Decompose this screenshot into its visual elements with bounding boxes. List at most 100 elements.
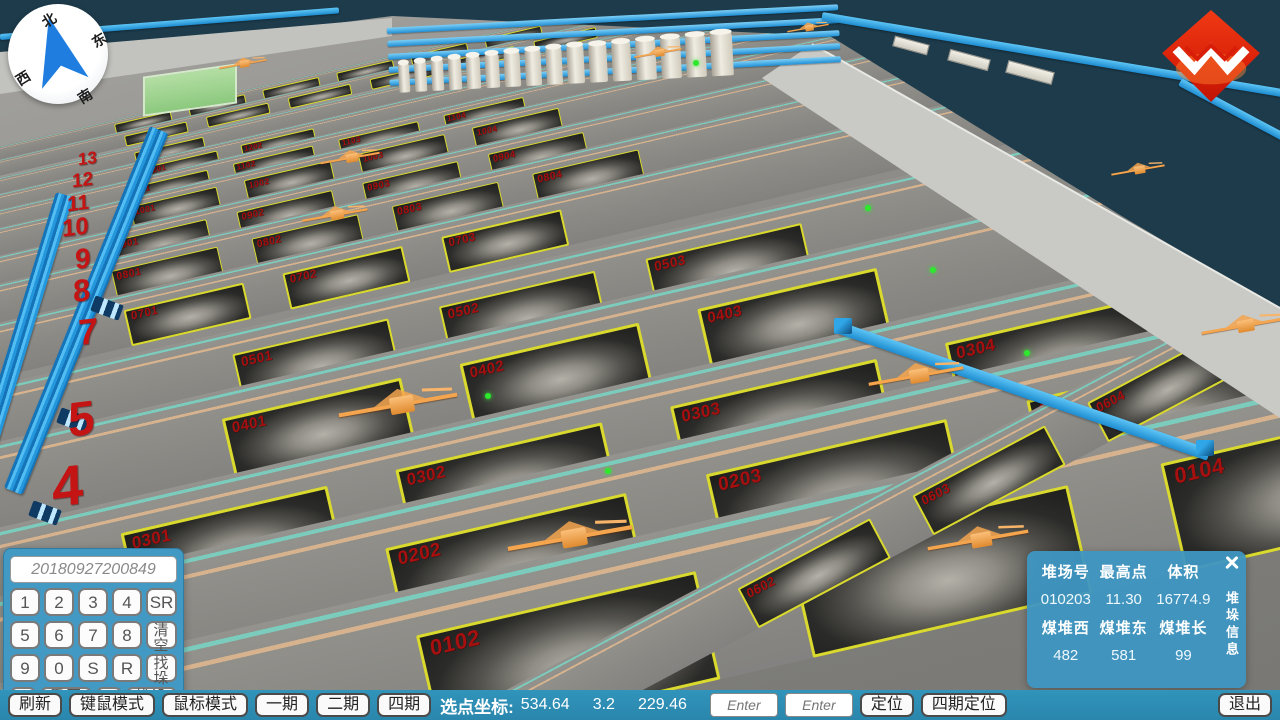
stacker-reclaimer-machine[interactable] (786, 18, 829, 37)
stacker-reclaimer-machine[interactable] (301, 200, 369, 230)
toolbar-button-一期[interactable]: 一期 (255, 693, 309, 717)
machine-body (909, 367, 930, 384)
stacker-reclaimer-machine[interactable] (505, 509, 635, 566)
machine-arm (1260, 314, 1280, 317)
toolbar-button-四期定位[interactable]: 四期定位 (921, 693, 1007, 717)
status-dot (865, 205, 871, 211)
keypad-key-6[interactable]: 6 (44, 621, 74, 649)
yard-id-header: 堆场号 (1035, 561, 1097, 582)
toolbar-button-鼠标模式[interactable]: 鼠标模式 (162, 693, 248, 717)
machine-body (1134, 165, 1146, 174)
status-dot (605, 468, 611, 474)
toolbar-button-刷新[interactable]: 刷新 (8, 693, 62, 717)
toolbar-button-二期[interactable]: 二期 (316, 693, 370, 717)
coord-value-z: 229.46 (638, 696, 687, 714)
machine-arm (362, 149, 377, 151)
keypad-key-2[interactable]: 2 (44, 588, 74, 616)
keypad-key-7[interactable]: 7 (78, 621, 108, 649)
yard-id-value: 010203 (1035, 591, 1097, 608)
machine-arm (668, 46, 680, 48)
status-dot (693, 60, 699, 66)
machine-body (805, 24, 814, 31)
stacker-reclaimer-machine[interactable] (1200, 307, 1280, 345)
status-dot (485, 393, 491, 399)
stacker-reclaimer-machine[interactable] (336, 378, 460, 432)
keypad-key-4[interactable]: 4 (112, 588, 142, 616)
row-number-9: 9 (75, 244, 91, 274)
machine-arm (816, 22, 827, 23)
status-dot (1024, 350, 1030, 356)
row-number-13: 13 (78, 149, 97, 168)
row-number-8: 8 (73, 274, 91, 307)
machine-arm (348, 205, 365, 207)
stacker-reclaimer-machine[interactable] (925, 517, 1030, 563)
bottom-toolbar: 刷新键鼠模式鼠标模式一期二期四期选点坐标: 534.64 3.2 229.46 定位四期… (0, 690, 1280, 720)
keypad-key-1[interactable]: 1 (10, 588, 40, 616)
pile-west-value: 482 (1035, 647, 1097, 664)
keypad-row: 90SR找垛 (10, 654, 177, 682)
machine-body (1237, 319, 1256, 334)
keypad-key-8[interactable]: 8 (112, 621, 142, 649)
machine-arm (1149, 162, 1163, 164)
keypad-key-清空[interactable]: 清空 (146, 621, 177, 649)
coal-yard-3d-viewer: 1301120112021101110211031104100110021003… (0, 0, 1280, 720)
stacker-reclaimer-machine[interactable] (319, 144, 381, 171)
keypad-key-0[interactable]: 0 (44, 654, 74, 682)
stacker-reclaimer-machine[interactable] (218, 53, 268, 75)
volume-header: 体积 (1151, 561, 1216, 582)
peak-header: 最高点 (1097, 561, 1151, 582)
row-number-4: 4 (52, 456, 84, 516)
pile-info-grid: 堆场号 最高点 体积 010203 11.30 16774.9 煤堆西 煤堆东 … (1035, 561, 1216, 664)
coord-value-x: 534.64 (521, 696, 570, 714)
machine-arm (998, 525, 1024, 528)
machine-body (345, 153, 358, 163)
status-dot (930, 267, 936, 273)
pile-east-value: 581 (1097, 647, 1151, 664)
machine-arm (253, 57, 265, 59)
timestamp-input[interactable] (10, 556, 177, 583)
machine-arm (422, 387, 452, 391)
machine-body (560, 527, 588, 549)
pile-length-value: 99 (1151, 647, 1216, 664)
toolbar-button-键鼠模式[interactable]: 键鼠模式 (69, 693, 155, 717)
close-icon[interactable] (1223, 554, 1241, 572)
keypad-key-9[interactable]: 9 (10, 654, 40, 682)
row-number-7: 7 (78, 313, 99, 352)
machine-body (330, 209, 345, 221)
coord-enter-input-1[interactable] (710, 693, 778, 717)
keypad-key-找垛[interactable]: 找垛 (146, 654, 177, 682)
machine-arm (595, 520, 627, 524)
exit-button[interactable]: 退出 (1218, 693, 1272, 717)
stacker-reclaimer-machine[interactable] (866, 354, 965, 397)
keypad-key-S[interactable]: S (78, 654, 108, 682)
panel-side-label: 堆垛信息 (1222, 591, 1241, 659)
row-number-10: 10 (62, 214, 89, 241)
row-number-12: 12 (72, 170, 93, 192)
machine-body (239, 60, 250, 68)
keypad-key-SR[interactable]: SR (146, 588, 177, 616)
row-number-5: 5 (68, 394, 95, 446)
compass[interactable]: 北 东 西 南 (8, 4, 108, 104)
stacker-reclaimer-machine[interactable] (1110, 158, 1166, 182)
selected-point-coord-label: 选点坐标: (440, 693, 514, 718)
toolbar-button-四期[interactable]: 四期 (377, 693, 431, 717)
coord-enter-input-2[interactable] (785, 693, 853, 717)
volume-value: 16774.9 (1151, 591, 1216, 608)
keypad-key-R[interactable]: R (112, 654, 142, 682)
keypad-row: 5678清空 (10, 621, 177, 649)
coord-value-y: 3.2 (593, 696, 615, 714)
keypad-row: 1234SR (10, 588, 177, 616)
pile-east-header: 煤堆东 (1097, 617, 1151, 638)
peak-value: 11.30 (1097, 591, 1151, 608)
keypad-key-3[interactable]: 3 (78, 588, 108, 616)
machine-arm (935, 362, 959, 365)
keypad-key-5[interactable]: 5 (10, 621, 40, 649)
pile-info-panel: 堆场号 最高点 体积 010203 11.30 16774.9 煤堆西 煤堆东 … (1027, 551, 1246, 688)
pile-length-header: 煤堆长 (1151, 617, 1216, 638)
machine-body (654, 49, 665, 57)
toolbar-button-定位[interactable]: 定位 (860, 693, 914, 717)
machine-body (970, 531, 993, 549)
pile-west-header: 煤堆西 (1035, 617, 1097, 638)
company-logo-icon (1162, 10, 1260, 102)
stacker-reclaimer-machine[interactable] (633, 42, 683, 64)
